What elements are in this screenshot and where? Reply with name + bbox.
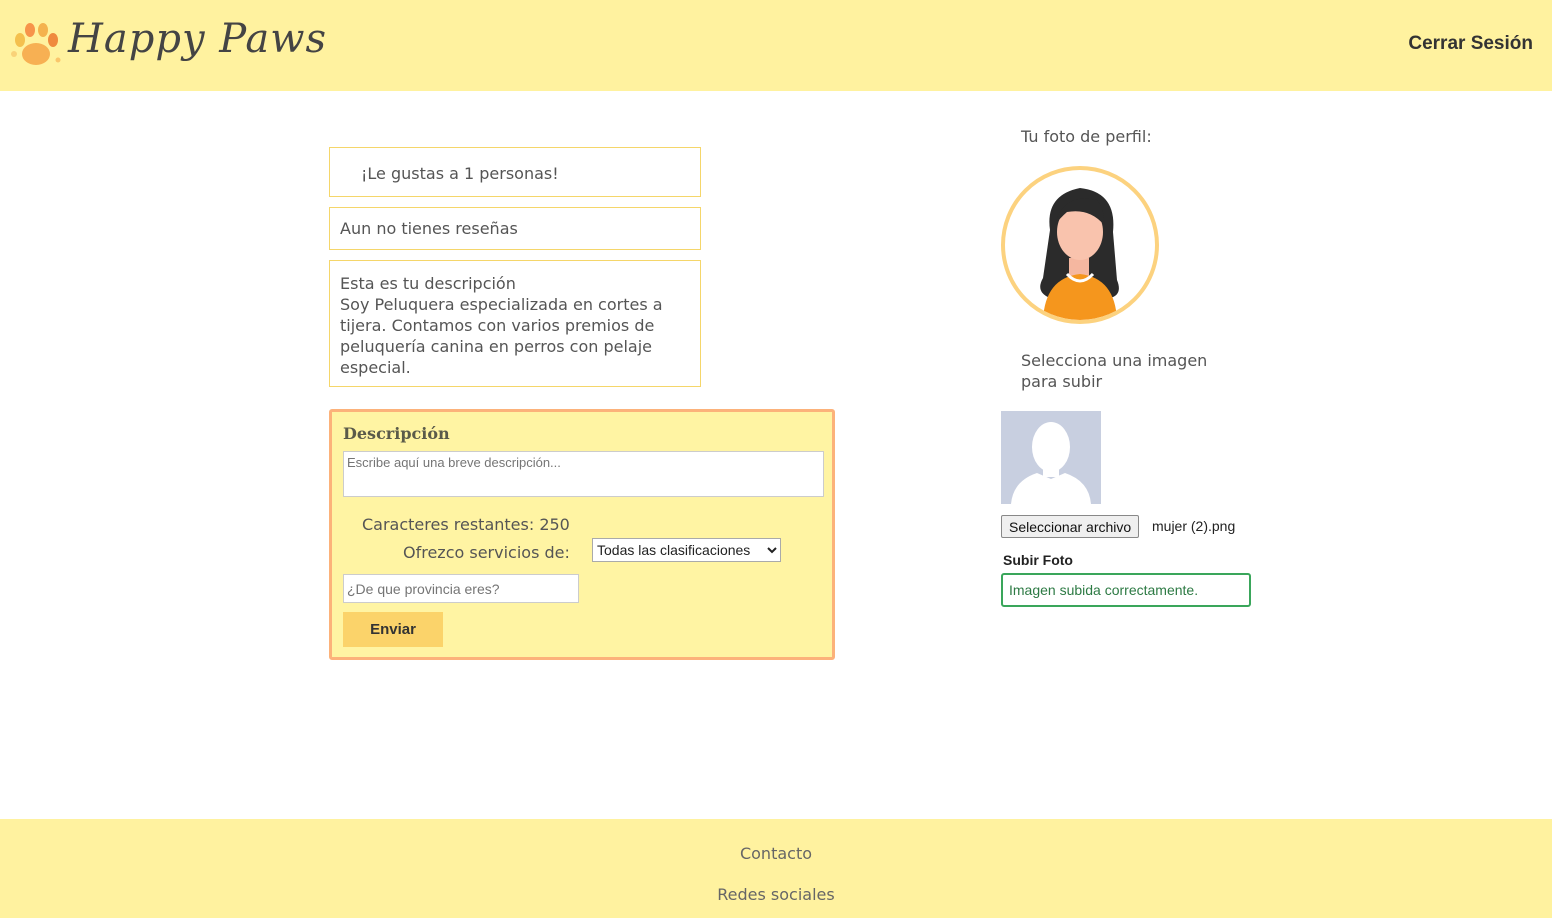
- description-form: Descripción Caracteres restantes: 250 Of…: [329, 409, 835, 660]
- submit-button[interactable]: Enviar: [343, 612, 443, 647]
- footer: Contacto Redes sociales: [0, 819, 1552, 918]
- description-box: Esta es tu descripción Soy Peluquera esp…: [329, 260, 701, 387]
- footer-contact-link[interactable]: Contacto: [0, 844, 1552, 863]
- woman-avatar-icon: [1040, 188, 1119, 320]
- likes-count: ¡Le gustas a 1 personas!: [329, 147, 701, 197]
- logout-link[interactable]: Cerrar Sesión: [1408, 33, 1533, 55]
- upload-photo-label[interactable]: Subir Foto: [1003, 552, 1073, 568]
- header-bar: Happy Paws Cerrar Sesión: [0, 0, 1552, 91]
- logo-text: Happy Paws: [68, 16, 327, 62]
- province-input[interactable]: [343, 574, 579, 603]
- paw-logo-icon: [11, 23, 61, 65]
- description-text: Soy Peluquera especializada en cortes a …: [340, 295, 663, 377]
- services-select[interactable]: Todas las clasificaciones: [592, 538, 781, 562]
- footer-social-link[interactable]: Redes sociales: [0, 885, 1552, 904]
- description-heading: Esta es tu descripción: [340, 274, 516, 293]
- chars-remaining: Caracteres restantes: 250: [362, 515, 570, 534]
- form-title: Descripción: [343, 424, 450, 443]
- choose-file-button[interactable]: Seleccionar archivo: [1001, 515, 1140, 538]
- profile-avatar: [1001, 166, 1159, 324]
- logo[interactable]: Happy Paws: [6, 8, 326, 80]
- upload-preview: [1001, 411, 1101, 504]
- reviews-status: Aun no tienes reseñas: [329, 207, 701, 250]
- services-label: Ofrezco servicios de:: [403, 543, 570, 562]
- select-image-label: Selecciona una imagen para subir: [1021, 351, 1208, 391]
- upload-success-message: Imagen subida correctamente.: [1001, 573, 1251, 607]
- description-input[interactable]: [343, 451, 824, 497]
- user-silhouette-icon: [1011, 422, 1091, 504]
- selected-file-name: mujer (2).png: [1152, 518, 1236, 534]
- profile-photo-label: Tu foto de perfil:: [1021, 127, 1152, 146]
